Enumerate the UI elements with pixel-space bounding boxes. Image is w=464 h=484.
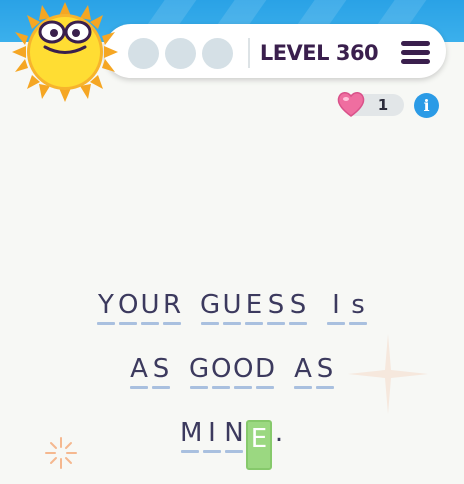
letter-tile[interactable]: M <box>180 416 202 453</box>
divider <box>248 38 250 68</box>
letter-tile[interactable]: S <box>151 352 171 389</box>
heart-hint-icon[interactable] <box>336 90 366 118</box>
letter-tile[interactable]: G <box>189 352 209 389</box>
menu-button[interactable] <box>399 38 432 68</box>
progress-dot-3 <box>202 38 233 69</box>
info-button[interactable]: i <box>414 93 439 118</box>
word-as: AS <box>128 352 172 389</box>
letter-tile[interactable]: O <box>211 352 231 389</box>
letter-tile[interactable]: I <box>326 288 346 325</box>
menu-icon <box>401 41 430 46</box>
word-your: Y OU R <box>95 288 183 325</box>
word-good: GOOD <box>188 352 276 389</box>
word-as: AS <box>292 352 336 389</box>
letter-tile[interactable]: E <box>244 288 264 325</box>
letter-tile[interactable]: Y <box>96 288 116 325</box>
letter-tile[interactable]: D <box>255 352 275 389</box>
letter-tile[interactable]: G <box>200 288 220 325</box>
letter-tile[interactable]: O <box>118 288 138 325</box>
letter-tile[interactable]: A <box>293 352 313 389</box>
sparkle-icon <box>348 334 428 414</box>
letter-tile[interactable]: I <box>202 416 222 453</box>
sparkle-icon <box>45 437 77 469</box>
letter-tile[interactable]: U <box>140 288 160 325</box>
letter-tile[interactable]: S <box>266 288 286 325</box>
letter-tile[interactable]: S <box>315 352 335 389</box>
letter-tile[interactable]: U <box>222 288 242 325</box>
progress-dot-1 <box>128 38 159 69</box>
level-label: LEVEL 360 <box>259 41 379 65</box>
letter-tile[interactable]: s <box>348 288 368 325</box>
letter-tile[interactable]: A <box>129 352 149 389</box>
sun-mascot-icon[interactable] <box>12 2 118 102</box>
word-is: Is <box>325 288 369 325</box>
word-mine: MINE. <box>179 416 285 470</box>
letter-tile[interactable]: N <box>224 416 244 453</box>
letter-tile[interactable]: R <box>162 288 182 325</box>
puzzle-line-1: Y OU R GU E S S Is <box>0 288 464 325</box>
progress-dot-2 <box>165 38 196 69</box>
punctuation: . <box>274 418 284 448</box>
letter-tile-selected[interactable]: E <box>246 420 272 470</box>
word-guess: GU E S S <box>199 288 309 325</box>
letter-tile[interactable]: S <box>288 288 308 325</box>
letter-tile[interactable]: O <box>233 352 253 389</box>
hints-count: 1 <box>377 96 389 114</box>
